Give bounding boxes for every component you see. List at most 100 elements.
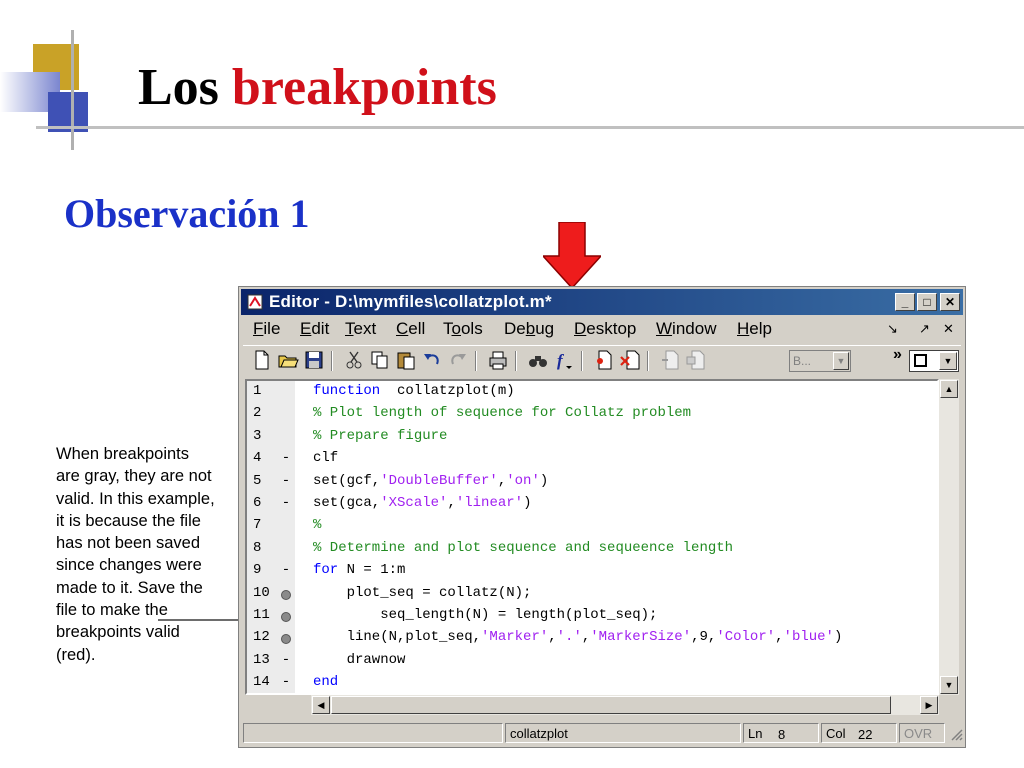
layout-dropdown[interactable]: ▼ <box>909 350 959 372</box>
toolbar-separator <box>475 351 477 371</box>
scroll-up-button[interactable]: ▲ <box>940 380 958 398</box>
slide-title-word-los: Los <box>138 59 219 116</box>
new-file-icon[interactable] <box>251 349 273 371</box>
step-in-icon[interactable] <box>685 349 707 371</box>
red-down-arrow-icon <box>543 222 601 288</box>
step-icon[interactable] <box>659 349 681 371</box>
line-number: 12 <box>253 629 270 646</box>
menu-text[interactable]: Text <box>345 319 376 339</box>
code-token: , <box>775 629 784 646</box>
minimize-button[interactable]: _ <box>895 293 915 311</box>
code-text: % Prepare figure <box>313 428 447 444</box>
code-line[interactable]: 12 line(N,plot_seq,'Marker','.','MarkerS… <box>247 629 937 651</box>
code-line[interactable]: 1 function collatzplot(m) <box>247 383 937 405</box>
status-col-cell: Col 22 <box>821 723 897 743</box>
breakpoint-marker[interactable]: - <box>279 473 293 489</box>
window-layout-icon <box>914 354 927 367</box>
code-line[interactable]: 9 - for N = 1:m <box>247 562 937 584</box>
menu-file[interactable]: File <box>253 319 280 339</box>
undo-icon[interactable] <box>421 349 443 371</box>
find-binoculars-icon[interactable] <box>527 349 549 371</box>
keyword: for <box>313 562 339 579</box>
menu-desktop[interactable]: Desktop <box>574 319 636 339</box>
menu-bar: File Edit Text Cell Tools Debug Desktop … <box>243 318 961 342</box>
breakpoint-marker[interactable]: - <box>279 495 293 511</box>
status-col-label: Col <box>826 726 846 741</box>
open-folder-icon[interactable] <box>277 349 299 371</box>
breakpoint-marker[interactable]: - <box>279 652 293 668</box>
maximize-button[interactable]: □ <box>917 293 937 311</box>
scroll-right-button[interactable]: ▶ <box>920 696 938 714</box>
code-token: drawnow <box>313 651 406 668</box>
undock-icon[interactable]: ↘ <box>887 321 898 337</box>
code-editor-area[interactable]: 1 function collatzplot(m) 2 % Plot length o… <box>245 379 939 695</box>
clear-breakpoints-icon[interactable] <box>619 349 641 371</box>
code-line[interactable]: 13- drawnow <box>247 651 937 674</box>
breakpoint-dot <box>281 612 291 622</box>
code-token: ) <box>539 472 549 489</box>
menu-edit[interactable]: Edit <box>300 319 329 339</box>
code-text: line(N,plot_seq,'Marker','.','MarkerSize… <box>313 629 843 646</box>
code-line[interactable]: 4 - clf <box>247 450 937 472</box>
code-token: seq_length(N) = length(plot_seq); <box>313 607 658 623</box>
code-line[interactable]: 7% <box>247 517 937 539</box>
close-document-icon[interactable]: ✕ <box>943 321 954 337</box>
string-literal: 'XScale' <box>380 495 448 511</box>
redo-icon[interactable] <box>447 349 469 371</box>
slide-title: Los breakpoints <box>138 56 497 120</box>
close-button[interactable]: ✕ <box>940 293 960 311</box>
toolbar-overflow-chevron-icon[interactable]: » <box>893 346 902 364</box>
menu-help[interactable]: Help <box>737 319 772 339</box>
code-text: % <box>313 517 321 533</box>
line-number: 4 <box>253 450 262 467</box>
save-icon[interactable] <box>303 349 325 371</box>
decor-vertical-line <box>71 30 74 150</box>
set-breakpoint-icon[interactable] <box>593 349 615 371</box>
scroll-down-button[interactable]: ▼ <box>940 676 958 694</box>
menu-cell[interactable]: Cell <box>396 319 425 339</box>
code-line[interactable]: 2 % Plot length of sequence for Collatz p… <box>247 405 937 427</box>
code-text: set(gcf,'DoubleBuffer','on') <box>313 473 548 489</box>
svg-text:f: f <box>557 351 565 370</box>
title-bar[interactable]: Editor - D:\mymfiles\collatzplot.m* _ □ … <box>241 289 963 315</box>
breakpoint-marker[interactable]: - <box>279 674 293 690</box>
horizontal-scrollbar[interactable]: ◀ ▶ <box>311 695 939 715</box>
code-line[interactable]: 14- end <box>247 674 937 693</box>
menu-window[interactable]: Window <box>656 319 716 339</box>
function-icon[interactable]: f <box>553 349 575 371</box>
chevron-down-icon[interactable]: ▼ <box>939 352 957 370</box>
slide-subtitle: Observación 1 <box>64 191 310 236</box>
scroll-left-button[interactable]: ◀ <box>312 696 330 714</box>
chevron-down-icon[interactable]: ▼ <box>833 352 849 370</box>
editor-app-icon[interactable] <box>247 294 263 310</box>
breakpoint-marker[interactable]: - <box>279 562 293 578</box>
menu-debug[interactable]: Debug <box>504 319 554 339</box>
code-line[interactable]: 8 % Determine and plot sequence and seque… <box>247 540 937 562</box>
copy-icon[interactable] <box>369 349 391 371</box>
code-token: ) <box>833 629 843 646</box>
cut-icon[interactable] <box>343 349 365 371</box>
code-line[interactable]: 10 plot_seq = collatz(N); <box>247 584 937 607</box>
print-icon[interactable] <box>487 349 509 371</box>
window-title: Editor - D:\mymfiles\collatzplot.m* <box>269 292 552 311</box>
menu-tools[interactable]: Tools <box>443 319 483 339</box>
paste-icon[interactable] <box>395 349 417 371</box>
code-token: plot_seq = collatz(N); <box>313 584 532 601</box>
code-line[interactable]: 6 - set(gca,'XScale','linear') <box>247 495 937 517</box>
dock-icon[interactable]: ↗ <box>919 321 930 337</box>
gray-breakpoint-icon[interactable] <box>279 629 293 649</box>
gray-breakpoint-icon[interactable] <box>279 607 293 627</box>
resize-grip-icon[interactable] <box>949 727 963 741</box>
code-text: drawnow <box>313 651 406 668</box>
horizontal-scroll-thumb[interactable] <box>331 696 891 714</box>
code-line[interactable]: 11 seq_length(N) = length(plot_seq); <box>247 607 937 629</box>
line-number: 9 <box>253 562 262 579</box>
breakpoint-dot <box>281 589 291 600</box>
vertical-scrollbar[interactable]: ▲ ▼ <box>939 379 959 695</box>
code-line[interactable]: 5 - set(gcf,'DoubleBuffer','on') <box>247 473 937 495</box>
stack-dropdown[interactable]: B... ▼ <box>789 350 851 372</box>
breakpoint-marker[interactable]: - <box>279 450 293 466</box>
gray-breakpoint-icon[interactable] <box>279 585 293 605</box>
status-ovr-indicator: OVR <box>899 723 945 743</box>
code-line[interactable]: 3 % Prepare figure <box>247 428 937 450</box>
